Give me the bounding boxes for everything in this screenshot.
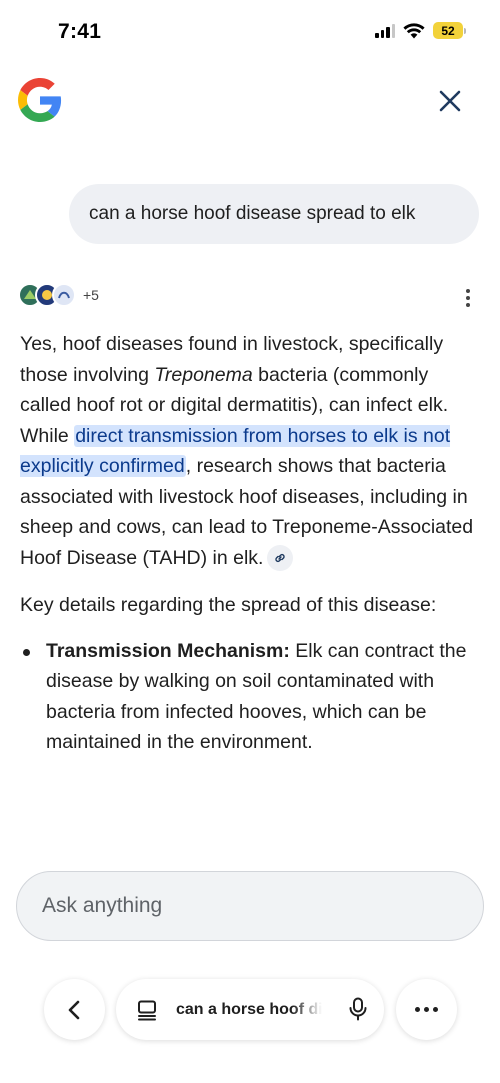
status-time: 7:41 [58, 20, 102, 43]
sources-row[interactable]: +5 [18, 283, 99, 307]
query-bubble: can a horse hoof disease spread to elk [69, 184, 479, 244]
ai-answer: Yes, hoof diseases found in livestock, s… [20, 329, 482, 758]
query-text: can a horse hoof disease spread to elk [89, 203, 416, 224]
source-logo-icon [52, 283, 76, 307]
answer-paragraph: Key details regarding the spread of this… [20, 594, 437, 616]
tabs-icon [138, 1000, 156, 1020]
pill-query-text: can a horse hoof disease spread to elk [176, 1000, 322, 1018]
answer-bullet-list: Transmission Mechanism: Elk can contract… [20, 636, 482, 758]
ask-input[interactable]: Ask anything [16, 871, 484, 941]
close-icon [439, 90, 461, 112]
answer-italic-term: Treponema [154, 363, 253, 386]
answer-paragraph: Yes, hoof diseases found in livestock, s… [20, 329, 482, 573]
cellular-signal-icon [375, 23, 395, 38]
search-tab-pill[interactable]: can a horse hoof disease spread to elk [116, 979, 384, 1040]
battery-level: 52 [433, 22, 463, 39]
close-button[interactable] [433, 84, 467, 118]
more-options-button[interactable] [460, 286, 476, 310]
sources-more-count: +5 [83, 287, 99, 303]
link-icon [275, 554, 286, 563]
battery-icon: 52 [433, 22, 466, 39]
microphone-icon[interactable] [348, 997, 368, 1021]
status-icons: 52 [375, 22, 466, 39]
bullet-title: Transmission Mechanism: [46, 639, 290, 662]
chevron-left-icon [68, 1000, 79, 1019]
back-button[interactable] [44, 979, 105, 1040]
screen: 7:41 52 can a horse hoof disease spread … [0, 0, 500, 1083]
google-g-icon [18, 78, 62, 122]
wifi-icon [403, 22, 425, 38]
list-item: Transmission Mechanism: Elk can contract… [20, 636, 482, 758]
ask-placeholder: Ask anything [42, 894, 163, 917]
more-actions-button[interactable] [396, 979, 457, 1040]
citation-link-button[interactable] [267, 545, 294, 572]
pill-query: can a horse hoof disease spread to elk [172, 1001, 322, 1019]
